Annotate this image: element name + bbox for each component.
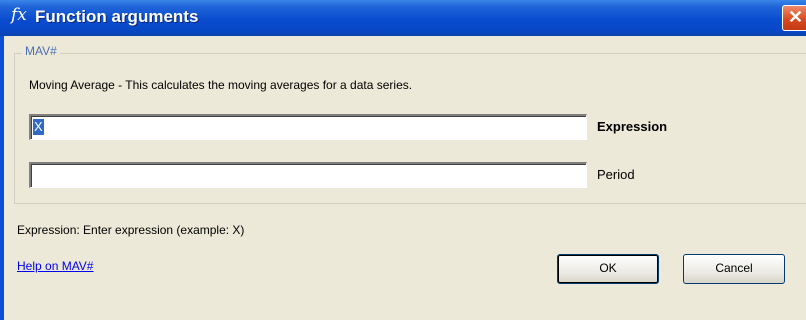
function-description: Moving Average - This calculates the mov… (29, 78, 413, 92)
function-arguments-dialog: fx Function arguments ✕ MAV# Moving Aver… (0, 0, 806, 320)
close-button[interactable]: ✕ (782, 5, 806, 31)
title-bar[interactable]: fx Function arguments ✕ (0, 0, 806, 36)
dialog-title: Function arguments (35, 7, 199, 26)
fx-icon: fx (11, 5, 27, 25)
period-label: Period (597, 167, 635, 182)
help-link[interactable]: Help on MAV# (17, 259, 93, 273)
expression-label: Expression (597, 119, 668, 134)
window-border (0, 36, 4, 320)
period-input[interactable] (29, 162, 587, 188)
expression-value: X (33, 119, 44, 135)
argument-hint: Expression: Enter expression (example: X… (17, 223, 245, 237)
ok-button[interactable]: OK (557, 254, 659, 284)
function-name-legend: MAV# (22, 44, 60, 58)
expression-input[interactable]: X (29, 114, 587, 140)
close-icon: ✕ (788, 7, 804, 27)
cancel-button[interactable]: Cancel (683, 254, 785, 284)
